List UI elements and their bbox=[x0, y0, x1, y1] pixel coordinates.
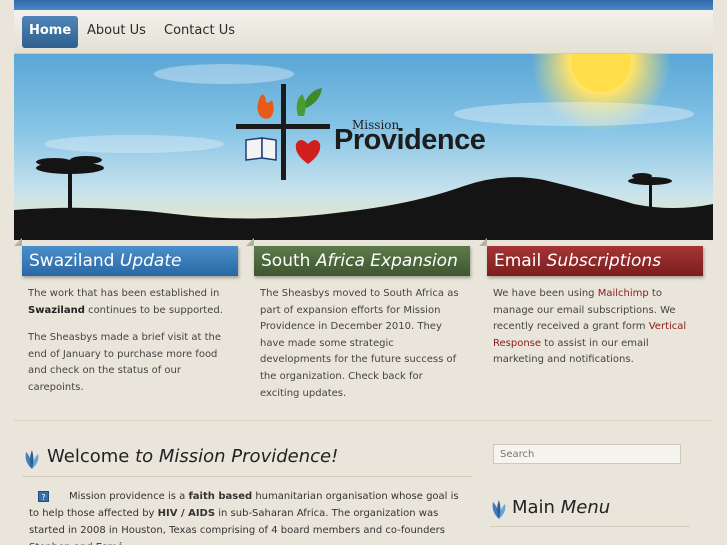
flame-icon bbox=[257, 94, 274, 119]
paragraph: The work that has been established in Sw… bbox=[28, 288, 223, 316]
leaf-bullet-icon bbox=[25, 450, 39, 469]
paragraph: The Sheasbys made a brief visit at the e… bbox=[28, 332, 221, 393]
hills-silhouette bbox=[14, 177, 713, 240]
main-menu-heading: Main Menu bbox=[512, 497, 611, 518]
heading-underline bbox=[490, 526, 690, 527]
leaf-icon bbox=[304, 88, 322, 108]
column-heading: Email Subscriptions bbox=[479, 238, 703, 276]
nav-home[interactable]: Home bbox=[22, 16, 79, 48]
column-heading-plain: Swaziland bbox=[29, 251, 115, 271]
paragraph: The Sheasbys moved to South Africa as pa… bbox=[260, 288, 459, 399]
column-heading-italic: Africa Expansion bbox=[315, 251, 458, 271]
welcome-body: ? Mission providence is a faith based hum… bbox=[29, 491, 459, 545]
welcome-heading: Welcome to Mission Providence! bbox=[47, 446, 339, 467]
column-swaziland-update: Swaziland Update The work that has been … bbox=[14, 238, 238, 408]
broken-image-icon: ? bbox=[38, 491, 49, 502]
paragraph: We have been using Mailchimp to manage o… bbox=[493, 288, 687, 366]
column-heading-italic: Update bbox=[119, 251, 182, 271]
mailchimp-link[interactable]: Mailchimp bbox=[598, 288, 649, 299]
logo-text-providence: Providence bbox=[334, 124, 486, 156]
nav-contact-us[interactable]: Contact Us bbox=[157, 16, 242, 48]
heart-icon bbox=[295, 140, 321, 164]
column-heading-plain: Email bbox=[494, 251, 542, 271]
column-heading-italic: Subscriptions bbox=[546, 251, 662, 271]
search-input[interactable] bbox=[493, 444, 681, 464]
book-icon bbox=[245, 137, 263, 161]
heading-underline bbox=[22, 476, 472, 477]
mission-providence-logo-icon bbox=[236, 84, 330, 180]
leaf-bullet-icon bbox=[492, 500, 506, 519]
column-body: The Sheasbys moved to South Africa as pa… bbox=[246, 276, 470, 402]
top-strip bbox=[14, 0, 713, 10]
section-divider bbox=[14, 420, 713, 421]
nav-about-us[interactable]: About Us bbox=[80, 16, 153, 48]
header-banner: Mission Providence bbox=[14, 54, 713, 240]
column-south-africa-expansion: South Africa Expansion The Sheasbys move… bbox=[246, 238, 470, 413]
column-heading: Swaziland Update bbox=[14, 238, 238, 276]
column-email-subscriptions: Email Subscriptions We have been using M… bbox=[479, 238, 703, 380]
column-body: The work that has been established in Sw… bbox=[14, 276, 238, 397]
column-heading: South Africa Expansion bbox=[246, 238, 470, 276]
column-heading-plain: South bbox=[261, 251, 311, 271]
column-body: We have been using Mailchimp to manage o… bbox=[479, 276, 703, 369]
acacia-tree-right bbox=[628, 173, 672, 208]
main-navigation: Home About Us Contact Us bbox=[14, 10, 713, 54]
